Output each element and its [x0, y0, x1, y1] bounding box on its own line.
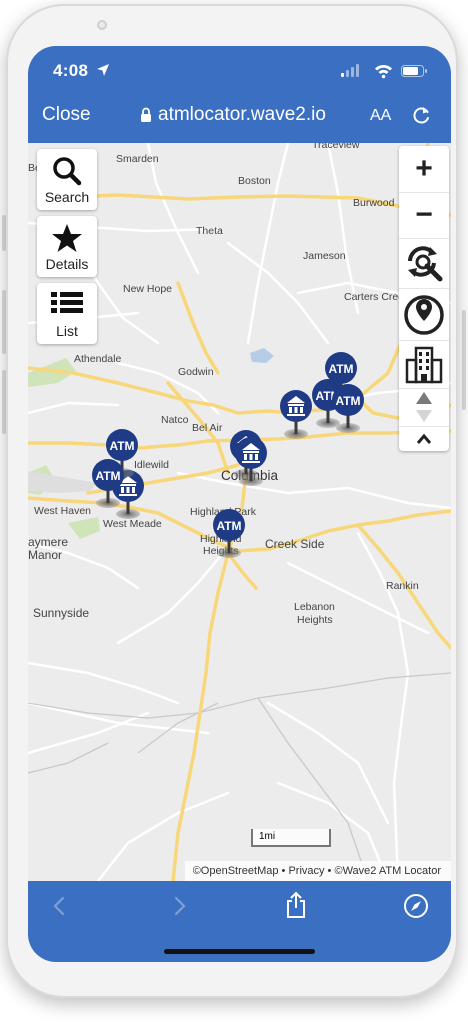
map-scale: 1mi: [251, 829, 331, 847]
power-button: [462, 310, 466, 410]
collapse-panel-button[interactable]: [399, 426, 449, 451]
refresh-search-icon: [408, 246, 443, 282]
water-area: [250, 348, 274, 363]
search-icon: [53, 157, 82, 186]
place-label: West Haven: [34, 505, 91, 517]
compass-icon[interactable]: [403, 893, 429, 919]
attribution-separator: •: [324, 865, 335, 877]
plus-icon: +: [415, 152, 433, 185]
battery-icon: [401, 65, 427, 77]
place-label: aymere: [28, 535, 68, 549]
park-area: [68, 517, 100, 539]
place-label: Creek Side: [265, 537, 325, 551]
search-button[interactable]: Search: [37, 149, 97, 210]
reload-icon[interactable]: [412, 105, 432, 125]
place-label: Heights: [297, 614, 333, 626]
attribution-separator: •: [278, 865, 289, 877]
url-bar[interactable]: atmlocator.wave2.io: [140, 104, 326, 126]
place-label: Theta: [196, 225, 223, 237]
sort-arrows-icon: [416, 392, 432, 422]
place-label: Godwin: [178, 366, 214, 378]
building-icon: [405, 346, 443, 384]
place-label: Traceview: [312, 143, 360, 151]
my-location-button[interactable]: [399, 288, 449, 341]
phone-frame: 4:08 Close atmlocator.wave2.io AA Tracev…: [6, 4, 458, 998]
home-indicator: [164, 949, 315, 954]
url-text: atmlocator.wave2.io: [158, 104, 326, 125]
list-button-label: List: [56, 323, 78, 339]
status-icons: [341, 64, 427, 79]
place-label: Bel Air: [192, 422, 223, 434]
back-icon[interactable]: [48, 895, 70, 917]
atm-marker-label: ATM: [109, 439, 134, 453]
wave2-link[interactable]: ©Wave2 ATM Locator: [334, 865, 441, 877]
place-label: Carters Cree: [344, 291, 404, 303]
sort-toggle-button[interactable]: [399, 388, 449, 427]
list-button[interactable]: List: [37, 283, 97, 344]
osm-link[interactable]: ©OpenStreetMap: [193, 865, 279, 877]
front-camera: [97, 20, 107, 30]
text-size-button[interactable]: AA: [370, 107, 391, 125]
zoom-out-button[interactable]: −: [399, 192, 449, 239]
place-label: Sunnyside: [33, 606, 89, 620]
map-control-panel: + −: [399, 146, 449, 451]
zoom-in-button[interactable]: +: [399, 146, 449, 193]
place-label: Natco: [161, 414, 189, 426]
close-button[interactable]: Close: [42, 104, 91, 126]
location-pin-icon: [404, 295, 444, 335]
browser-top-bar: 4:08 Close atmlocator.wave2.io AA: [28, 46, 451, 143]
place-label: Smarden: [116, 153, 159, 165]
place-label: Lebanon: [294, 601, 335, 613]
wifi-icon: [375, 64, 392, 79]
bank-marker[interactable]: [280, 390, 312, 439]
details-button-label: Details: [45, 256, 89, 272]
map-view[interactable]: Traceview Smarden Boston Bethel Burwood …: [28, 143, 451, 881]
atm-marker-label: ATM: [95, 469, 120, 483]
place-label: Boston: [238, 175, 271, 187]
search-button-label: Search: [44, 189, 90, 205]
details-button[interactable]: Details: [37, 216, 97, 277]
place-label: Manor: [28, 548, 62, 562]
share-icon[interactable]: [284, 891, 308, 919]
branches-button[interactable]: [399, 340, 449, 389]
signal-icon: [341, 64, 359, 77]
place-label: Burwood: [353, 197, 395, 209]
phone-screen: 4:08 Close atmlocator.wave2.io AA Tracev…: [28, 46, 451, 962]
place-label: Athendale: [74, 353, 121, 365]
atm-marker-label: ATM: [335, 394, 360, 408]
star-icon: [52, 224, 82, 252]
atm-marker-label: ATM: [328, 362, 353, 376]
status-time: 4:08: [53, 61, 89, 80]
map-attribution: ©OpenStreetMap • Privacy • ©Wave2 ATM Lo…: [184, 861, 451, 881]
minus-icon: −: [415, 198, 433, 231]
lock-icon: [141, 107, 151, 122]
forward-icon[interactable]: [169, 895, 191, 917]
place-label: Rankin: [386, 580, 419, 592]
atm-marker-label: ATM: [216, 519, 241, 533]
list-icon: [51, 292, 83, 313]
atm-marker[interactable]: ATM: [92, 459, 124, 508]
location-arrow-icon: [97, 64, 109, 76]
chevron-up-icon: [416, 433, 432, 444]
privacy-link[interactable]: Privacy: [288, 865, 324, 877]
search-area-button[interactable]: [399, 238, 449, 289]
place-label: New Hope: [123, 283, 172, 295]
urban-area: [28, 471, 98, 493]
place-label: West Meade: [103, 518, 162, 530]
place-label: Jameson: [303, 250, 346, 262]
place-label: Idlewild: [134, 459, 169, 471]
